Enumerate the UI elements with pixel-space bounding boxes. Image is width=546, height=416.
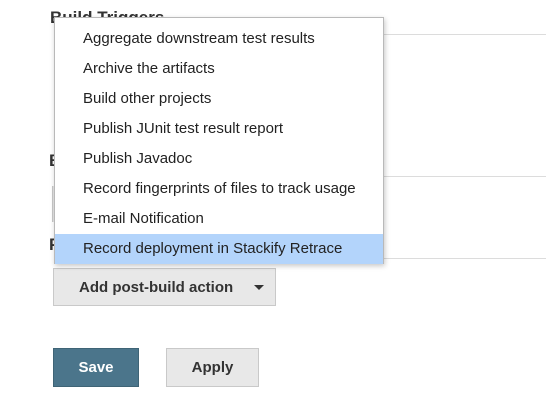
menu-item-publish-javadoc[interactable]: Publish Javadoc: [55, 144, 383, 174]
menu-item-build-other-projects[interactable]: Build other projects: [55, 84, 383, 114]
save-button[interactable]: Save: [53, 348, 139, 387]
add-post-build-action-label: Add post-build action: [79, 278, 234, 296]
menu-item-record-fingerprints[interactable]: Record fingerprints of files to track us…: [55, 174, 383, 204]
section-divider: [384, 34, 546, 35]
apply-button[interactable]: Apply: [166, 348, 259, 387]
section-divider: [384, 176, 546, 177]
section-divider: [384, 258, 546, 259]
menu-item-publish-junit[interactable]: Publish JUnit test result report: [55, 114, 383, 144]
post-build-action-menu[interactable]: Aggregate downstream test results Archiv…: [54, 17, 384, 264]
menu-item-email-notification[interactable]: E-mail Notification: [55, 204, 383, 234]
add-post-build-action-button[interactable]: Add post-build action: [53, 268, 276, 306]
menu-item-stackify-retrace[interactable]: Record deployment in Stackify Retrace: [55, 234, 383, 264]
menu-item-archive-artifacts[interactable]: Archive the artifacts: [55, 54, 383, 84]
caret-down-icon: [254, 285, 264, 290]
menu-item-aggregate-test-results[interactable]: Aggregate downstream test results: [55, 24, 383, 54]
